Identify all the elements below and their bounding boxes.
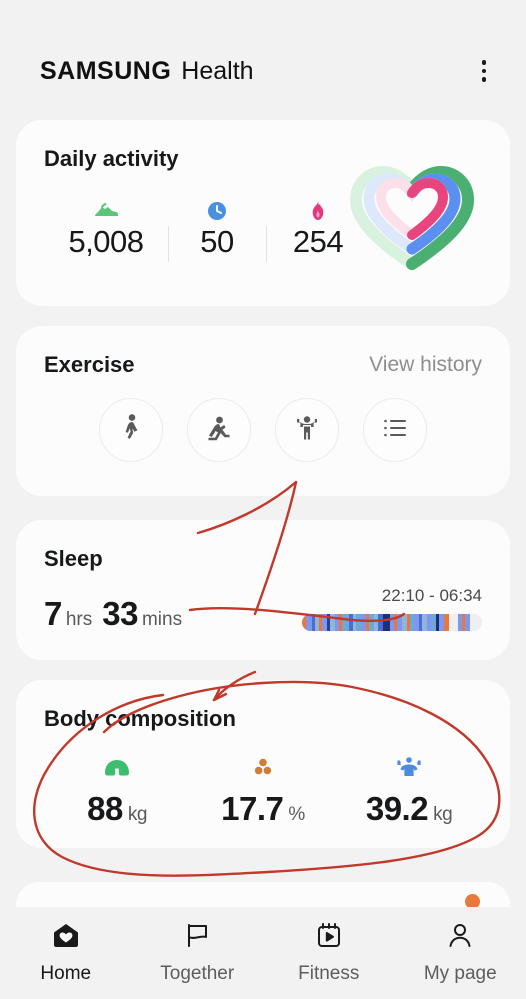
skeletal-muscle-icon — [336, 754, 482, 780]
walking-person-icon — [117, 413, 145, 448]
sleep-minutes-value: 33 — [102, 595, 138, 632]
exercise-button-list[interactable] — [363, 398, 427, 462]
nav-item-together[interactable]: Together — [132, 921, 264, 985]
app-bar: SAMSUNG Health — [0, 40, 526, 102]
nav-label-home: Home — [40, 963, 92, 984]
nav-item-fitness[interactable]: Fitness — [263, 921, 395, 985]
clock-icon — [168, 198, 266, 224]
body-weight-unit: kg — [127, 804, 148, 825]
body-composition-title: Body composition — [44, 706, 236, 731]
body-weight-item[interactable]: 88 kg — [44, 754, 190, 828]
steps-stat[interactable]: 5,008 — [44, 198, 168, 260]
sleep-card[interactable]: Sleep 7 hrs 33 mins 22:10 - 06:34 — [16, 520, 510, 660]
view-history-link[interactable]: View history — [369, 353, 482, 377]
app-title: SAMSUNG Health — [40, 57, 254, 86]
active-time-value: 50 — [200, 224, 234, 259]
exercise-button-arms-raised[interactable] — [275, 398, 339, 462]
skeletal-muscle-item[interactable]: 39.2 kg — [336, 754, 482, 828]
active-time-stat[interactable]: 50 — [168, 198, 266, 262]
nav-item-home[interactable]: Home — [0, 921, 132, 985]
hypnogram-segment — [470, 614, 482, 631]
daily-activity-title: Daily activity — [44, 146, 179, 171]
person-icon — [445, 921, 475, 954]
body-fat-item[interactable]: 17.7% — [190, 754, 336, 828]
skeletal-muscle-value: 39.2 — [365, 790, 429, 827]
steps-value: 5,008 — [68, 224, 144, 259]
hypnogram-segment — [341, 614, 349, 631]
hypnogram-segment — [449, 614, 458, 631]
hypnogram-segment — [382, 614, 390, 631]
body-weight-value: 88 — [87, 790, 123, 827]
sleep-time-range: 22:10 - 06:34 — [381, 586, 482, 605]
kebab-menu-icon[interactable] — [474, 52, 495, 90]
nav-label-my-page: My page — [423, 963, 497, 984]
stretching-person-icon — [203, 413, 235, 448]
body-fat-icon — [190, 754, 336, 780]
skeletal-muscle-unit: kg — [433, 804, 453, 825]
list-icon — [381, 417, 409, 444]
exercise-button-stretching[interactable] — [187, 398, 251, 462]
nav-label-fitness: Fitness — [298, 963, 360, 984]
activity-heart-rings — [342, 156, 482, 279]
samsung-health-home-screen: SAMSUNG Health Daily activity 5,008 50 2… — [0, 0, 526, 999]
brand-samsung-text: SAMSUNG — [40, 56, 172, 85]
body-fat-value: 17.7 — [221, 790, 284, 827]
daily-activity-card[interactable]: Daily activity 5,008 50 254 — [16, 120, 510, 306]
running-shoe-icon — [44, 198, 168, 224]
sleep-hours-value: 7 — [44, 595, 62, 632]
bottom-navigation: Home Together Fitness My page — [0, 907, 526, 999]
sleep-hypnogram-chart — [302, 614, 482, 631]
exercise-card[interactable]: Exercise View history — [16, 326, 510, 496]
exercise-title: Exercise — [44, 352, 135, 377]
body-fat-unit: % — [288, 804, 305, 825]
sleep-minutes-unit: mins — [141, 609, 183, 630]
nav-item-my-page[interactable]: My page — [395, 921, 526, 985]
flag-icon — [182, 921, 212, 954]
arms-raised-person-icon — [293, 413, 321, 448]
sleep-title: Sleep — [44, 546, 103, 571]
brand-health-text: Health — [181, 56, 254, 85]
exercise-button-walking[interactable] — [99, 398, 163, 462]
body-composition-card[interactable]: Body composition 88 kg 17.7 % 39.2 kg — [16, 680, 510, 848]
home-heart-icon — [51, 921, 81, 954]
weight-scale-icon — [44, 754, 190, 780]
nav-label-together: Together — [160, 963, 235, 984]
sleep-hours-unit: hrs — [65, 609, 93, 630]
calendar-play-icon — [314, 921, 344, 954]
